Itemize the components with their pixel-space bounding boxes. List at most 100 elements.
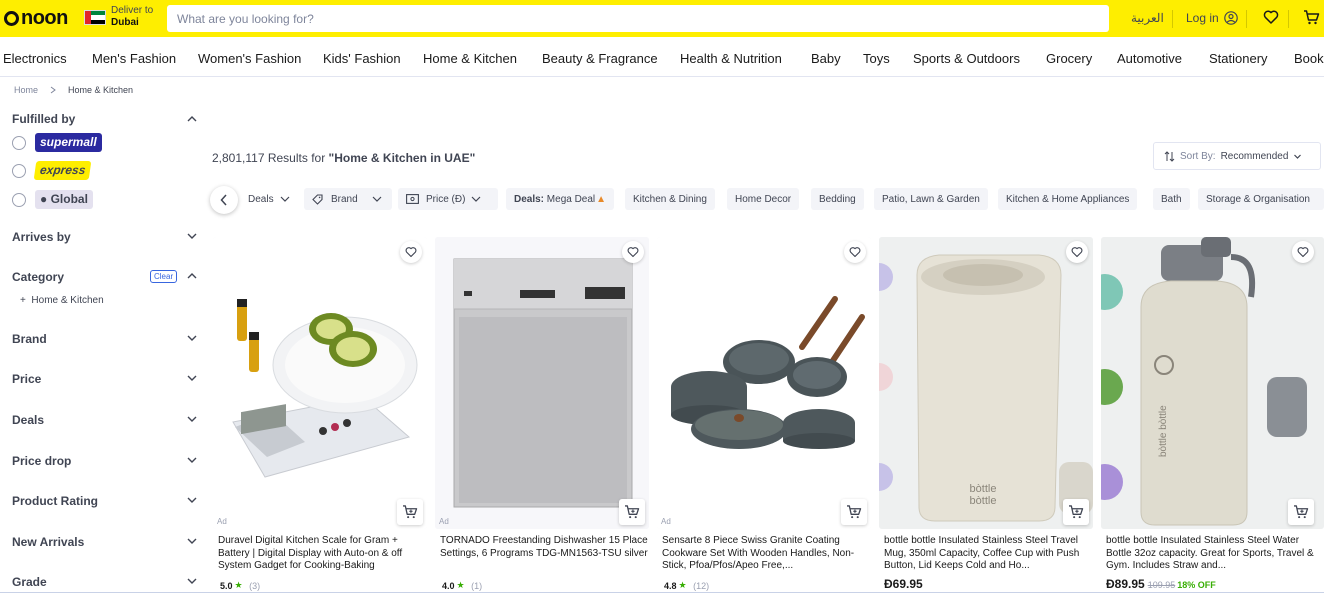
product-card[interactable]: bòttle bòttle bottle bottle Insulated St…	[1101, 237, 1324, 597]
product-image[interactable]	[213, 237, 427, 529]
chip-deals[interactable]: Deals	[240, 188, 298, 210]
radio-supermall[interactable]	[12, 136, 26, 150]
category-item-home-kitchen[interactable]: + Home & Kitchen	[20, 295, 104, 306]
nav-kids-fashion[interactable]: Kids' Fashion	[323, 51, 401, 66]
nav-beauty-fragrance[interactable]: Beauty & Fragrance	[542, 51, 658, 66]
chip-patio-lawn-garden[interactable]: Patio, Lawn & Garden	[874, 188, 988, 210]
wishlist-button[interactable]	[844, 241, 866, 263]
supermall-badge[interactable]: supermall	[35, 133, 102, 152]
nav-sports-outdoors[interactable]: Sports & Outdoors	[913, 51, 1020, 66]
divider	[0, 592, 1324, 593]
global-badge[interactable]: ● Global	[35, 190, 93, 209]
product-title[interactable]: TORNADO Freestanding Dishwasher 15 Place…	[440, 535, 648, 573]
add-to-cart-button[interactable]	[1063, 499, 1089, 525]
sort-dropdown[interactable]: Sort By: Recommended	[1153, 142, 1321, 170]
breadcrumb-home[interactable]: Home	[14, 85, 38, 95]
filter-fulfilled-by[interactable]: Fulfilled by	[12, 112, 75, 126]
nav-automotive[interactable]: Automotive	[1117, 51, 1182, 66]
product-card[interactable]: Ad Duravel Digital Kitchen Scale for Gra…	[213, 237, 427, 597]
add-to-cart-button[interactable]	[841, 499, 867, 525]
chip-bath[interactable]: Bath	[1153, 188, 1190, 210]
product-price: Đ69.95	[884, 577, 923, 591]
chip-kitchen-dining[interactable]: Kitchen & Dining	[625, 188, 715, 210]
nav-grocery[interactable]: Grocery	[1046, 51, 1092, 66]
nav-electronics[interactable]: Electronics	[3, 51, 67, 66]
chip-price[interactable]: Price (Đ)	[398, 188, 498, 210]
chip-brand[interactable]: Brand	[304, 188, 392, 210]
uae-flag-icon[interactable]	[84, 10, 106, 25]
nav-home-kitchen[interactable]: Home & Kitchen	[423, 51, 517, 66]
nav-books[interactable]: Book	[1294, 51, 1324, 66]
filter-deals[interactable]: Deals	[12, 413, 44, 427]
chevron-up-icon[interactable]	[186, 270, 198, 282]
breadcrumb-current: Home & Kitchen	[68, 85, 134, 95]
chip-storage-organisation[interactable]: Storage & Organisation	[1198, 188, 1324, 210]
chevron-down-icon[interactable]	[186, 535, 198, 547]
nav-toys[interactable]: Toys	[863, 51, 890, 66]
express-badge[interactable]: express	[33, 161, 92, 180]
chip-brand-label: Brand	[331, 193, 358, 205]
language-switch[interactable]: العربية	[1131, 11, 1164, 25]
currency-symbol: Đ	[1106, 577, 1115, 591]
svg-text:bòttle: bòttle	[970, 483, 997, 495]
chip-mega-deal[interactable]: Deals: Mega Deal ▲	[506, 188, 615, 210]
filter-grade[interactable]: Grade	[12, 575, 47, 589]
product-image[interactable]	[657, 237, 871, 529]
chips-scroll-left-button[interactable]	[210, 186, 238, 214]
chevron-down-icon[interactable]	[186, 494, 198, 506]
product-card[interactable]: Ad Sensarte 8 Piece Swiss Granite Coatin…	[657, 237, 871, 597]
filter-price-drop[interactable]: Price drop	[12, 454, 71, 468]
filter-brand[interactable]: Brand	[12, 332, 47, 346]
wishlist-button[interactable]	[1066, 241, 1088, 263]
radio-global[interactable]	[12, 193, 26, 207]
product-title[interactable]: bottle bottle Insulated Stainless Steel …	[884, 535, 1092, 573]
chip-bedding[interactable]: Bedding	[811, 188, 864, 210]
radio-express[interactable]	[12, 164, 26, 178]
wishlist-heart-icon[interactable]	[1263, 9, 1279, 25]
product-title[interactable]: bottle bottle Insulated Stainless Steel …	[1106, 535, 1320, 573]
login-button[interactable]: Log in	[1186, 11, 1238, 25]
nav-womens-fashion[interactable]: Women's Fashion	[198, 51, 301, 66]
filter-category[interactable]: Category	[12, 270, 64, 284]
chevron-down-icon[interactable]	[186, 332, 198, 344]
chip-kitchen-home-appliances[interactable]: Kitchen & Home Appliances	[998, 188, 1138, 210]
clear-category-button[interactable]: Clear	[150, 270, 178, 283]
noon-logo[interactable]: noon	[4, 7, 68, 30]
filter-product-rating[interactable]: Product Rating	[12, 494, 98, 508]
product-image[interactable]: bòttle bòttle	[879, 237, 1093, 529]
water-bottle-image: bòttle bòttle	[1101, 237, 1324, 529]
chevron-down-icon[interactable]	[186, 454, 198, 466]
product-card[interactable]: bòttle bòttle bottle bottle Insulated St…	[879, 237, 1093, 597]
search-input[interactable]	[177, 11, 1109, 26]
product-card[interactable]: Ad TORNADO Freestanding Dishwasher 15 Pl…	[435, 237, 649, 597]
cart-icon[interactable]	[1303, 9, 1320, 26]
filter-price[interactable]: Price	[12, 372, 41, 386]
chevron-down-icon[interactable]	[186, 230, 198, 242]
search-bar[interactable]	[167, 5, 1109, 32]
nav-stationery[interactable]: Stationery	[1209, 51, 1268, 66]
nav-baby[interactable]: Baby	[811, 51, 841, 66]
nav-mens-fashion[interactable]: Men's Fashion	[92, 51, 176, 66]
chevron-down-icon[interactable]	[186, 413, 198, 425]
product-image[interactable]: bòttle bòttle	[1101, 237, 1324, 529]
product-title[interactable]: Sensarte 8 Piece Swiss Granite Coating C…	[662, 535, 870, 573]
product-image[interactable]	[435, 237, 649, 529]
ad-label: Ad	[661, 517, 671, 526]
filter-arrives-by[interactable]: Arrives by	[12, 230, 71, 244]
nav-health-nutrition[interactable]: Health & Nutrition	[680, 51, 782, 66]
add-to-cart-button[interactable]	[619, 499, 645, 525]
wishlist-button[interactable]	[622, 241, 644, 263]
wishlist-button[interactable]	[400, 241, 422, 263]
add-to-cart-icon	[403, 505, 418, 519]
add-to-cart-button[interactable]	[1288, 499, 1314, 525]
rating-value: 5.0	[220, 580, 233, 591]
chip-home-decor[interactable]: Home Decor	[727, 188, 800, 210]
chevron-down-icon[interactable]	[186, 372, 198, 384]
product-title[interactable]: Duravel Digital Kitchen Scale for Gram +…	[218, 535, 426, 573]
chevron-up-icon[interactable]	[186, 113, 198, 125]
wishlist-button[interactable]	[1292, 241, 1314, 263]
deliver-to[interactable]: Deliver to Dubai ⌄	[111, 5, 305, 29]
filter-new-arrivals[interactable]: New Arrivals	[12, 535, 84, 549]
chevron-down-icon[interactable]	[186, 575, 198, 587]
add-to-cart-button[interactable]	[397, 499, 423, 525]
